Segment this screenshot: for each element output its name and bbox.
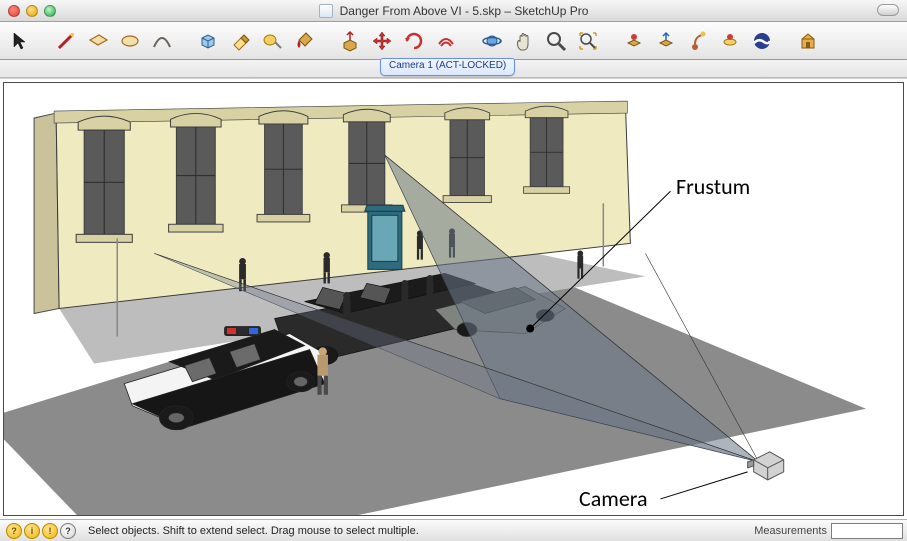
instructor-icon[interactable]: ? [6, 523, 22, 539]
offset-tool[interactable] [432, 27, 460, 55]
entrance-door [365, 205, 405, 269]
google-earth-tool[interactable] [748, 27, 776, 55]
tips-icon[interactable]: i [24, 523, 40, 539]
building-side [34, 113, 59, 313]
arc-tool[interactable] [148, 27, 176, 55]
measurements-label: Measurements [754, 525, 831, 537]
push-pull-tool[interactable] [336, 27, 364, 55]
rectangle-tool[interactable] [84, 27, 112, 55]
select-tool[interactable] [6, 27, 34, 55]
eraser-tool[interactable] [226, 27, 254, 55]
measurements-input[interactable] [831, 523, 903, 539]
callout-camera-label: Camera [579, 485, 648, 512]
window-title: Danger From Above VI - 5.skp – SketchUp … [340, 4, 589, 18]
move-tool[interactable] [368, 27, 396, 55]
model-viewport[interactable]: Frustum Camera [3, 82, 904, 516]
help-icon[interactable]: ? [60, 523, 76, 539]
help-icons: ? i ! ? [0, 523, 82, 539]
preview-ge-tool[interactable] [716, 27, 744, 55]
status-hint: Select objects. Shift to extend select. … [82, 525, 754, 537]
minimize-window-button[interactable] [26, 5, 38, 17]
window-controls [0, 5, 56, 17]
warehouse-tool[interactable] [794, 27, 822, 55]
tape-measure-tool[interactable] [258, 27, 286, 55]
main-toolbar [0, 22, 907, 60]
line-tool[interactable] [52, 27, 80, 55]
scene-tab-label: Camera 1 (ACT-LOCKED) [389, 60, 506, 71]
get-models-tool[interactable] [652, 27, 680, 55]
circle-tool[interactable] [116, 27, 144, 55]
pan-tool[interactable] [510, 27, 538, 55]
document-icon [319, 4, 333, 18]
zoom-extents-tool[interactable] [574, 27, 602, 55]
status-bar: ? i ! ? Select objects. Shift to extend … [0, 519, 907, 541]
rotate-tool[interactable] [400, 27, 428, 55]
add-location-tool[interactable] [620, 27, 648, 55]
scene-tab-active[interactable]: Camera 1 (ACT-LOCKED) [380, 58, 515, 76]
close-window-button[interactable] [8, 5, 20, 17]
window-titlebar: Danger From Above VI - 5.skp – SketchUp … [0, 0, 907, 22]
paint-bucket-tool[interactable] [290, 27, 318, 55]
viewport-frame: Frustum Camera [0, 78, 907, 519]
scene-canvas [4, 83, 903, 516]
orbit-tool[interactable] [478, 27, 506, 55]
share-model-tool[interactable] [684, 27, 712, 55]
toolbar-toggle-button[interactable] [877, 4, 899, 16]
camera-model [748, 452, 784, 480]
warning-icon[interactable]: ! [42, 523, 58, 539]
zoom-window-button[interactable] [44, 5, 56, 17]
callout-frustum-label: Frustum [676, 173, 750, 200]
scene-tab-strip: Camera 1 (ACT-LOCKED) [0, 60, 907, 78]
make-component[interactable] [194, 27, 222, 55]
zoom-tool[interactable] [542, 27, 570, 55]
